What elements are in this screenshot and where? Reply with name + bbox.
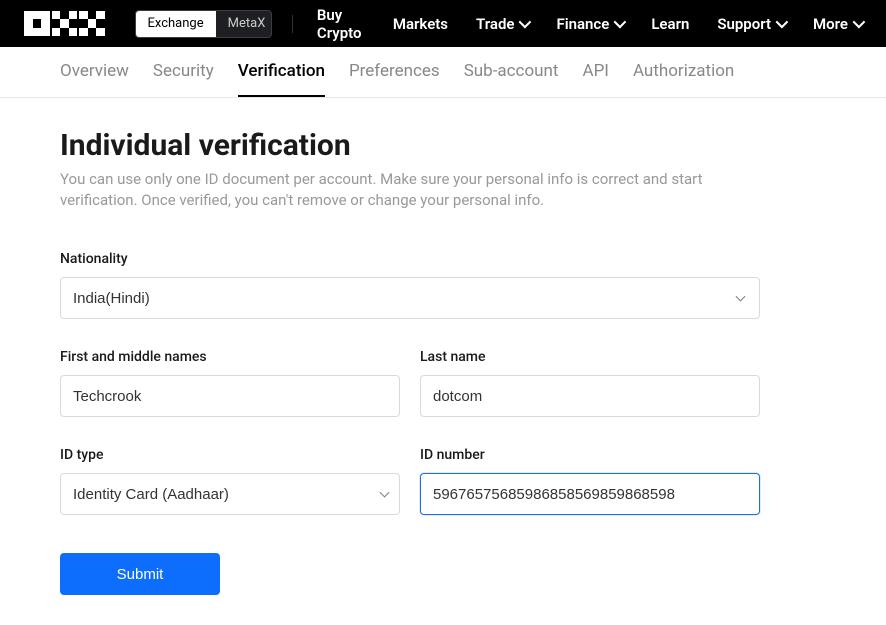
divider: [292, 15, 293, 33]
tab-authorization[interactable]: Authorization: [633, 47, 734, 97]
id-type-select[interactable]: [60, 473, 400, 515]
chevron-down-icon: [614, 16, 627, 29]
nav-markets[interactable]: Markets: [393, 15, 448, 33]
last-name-field[interactable]: [420, 375, 760, 417]
tab-verification[interactable]: Verification: [238, 47, 325, 97]
chevron-down-icon: [519, 16, 532, 29]
first-name-field[interactable]: [60, 375, 400, 417]
nav-learn[interactable]: Learn: [651, 15, 689, 33]
id-type-label: ID type: [60, 447, 400, 463]
tab-sub-account[interactable]: Sub-account: [464, 47, 559, 97]
tab-security[interactable]: Security: [153, 47, 214, 97]
account-subnav: Overview Security Verification Preferenc…: [0, 47, 886, 98]
submit-button[interactable]: Submit: [60, 553, 220, 595]
nationality-label: Nationality: [60, 251, 826, 267]
top-header: Exchange MetaX Buy Crypto Markets Trade …: [0, 0, 886, 47]
id-type-field[interactable]: [60, 473, 400, 515]
last-name-label: Last name: [420, 349, 760, 365]
chevron-down-icon: [853, 16, 866, 29]
id-number-field[interactable]: [420, 473, 760, 515]
nav-trade[interactable]: Trade: [476, 15, 528, 33]
tab-api[interactable]: API: [582, 47, 608, 97]
tab-preferences[interactable]: Preferences: [349, 47, 440, 97]
nav-support[interactable]: Support: [717, 15, 785, 33]
logo[interactable]: [24, 11, 105, 37]
nav-finance[interactable]: Finance: [556, 15, 623, 33]
toggle-metax[interactable]: MetaX: [216, 11, 272, 37]
first-name-label: First and middle names: [60, 349, 400, 365]
nav-buy-crypto[interactable]: Buy Crypto: [317, 6, 365, 42]
nationality-select[interactable]: [60, 277, 760, 319]
mode-toggle: Exchange MetaX: [135, 10, 272, 38]
nav-more[interactable]: More: [813, 15, 862, 33]
nationality-field[interactable]: [60, 277, 760, 319]
verification-content: Individual verification You can use only…: [0, 98, 886, 625]
id-number-label: ID number: [420, 447, 760, 463]
tab-overview[interactable]: Overview: [60, 47, 129, 97]
main-nav: Buy Crypto Markets Trade Finance Learn S…: [317, 6, 862, 42]
toggle-exchange[interactable]: Exchange: [136, 11, 216, 37]
page-title: Individual verification: [60, 128, 826, 163]
page-description: You can use only one ID document per acc…: [60, 169, 780, 211]
chevron-down-icon: [776, 16, 789, 29]
